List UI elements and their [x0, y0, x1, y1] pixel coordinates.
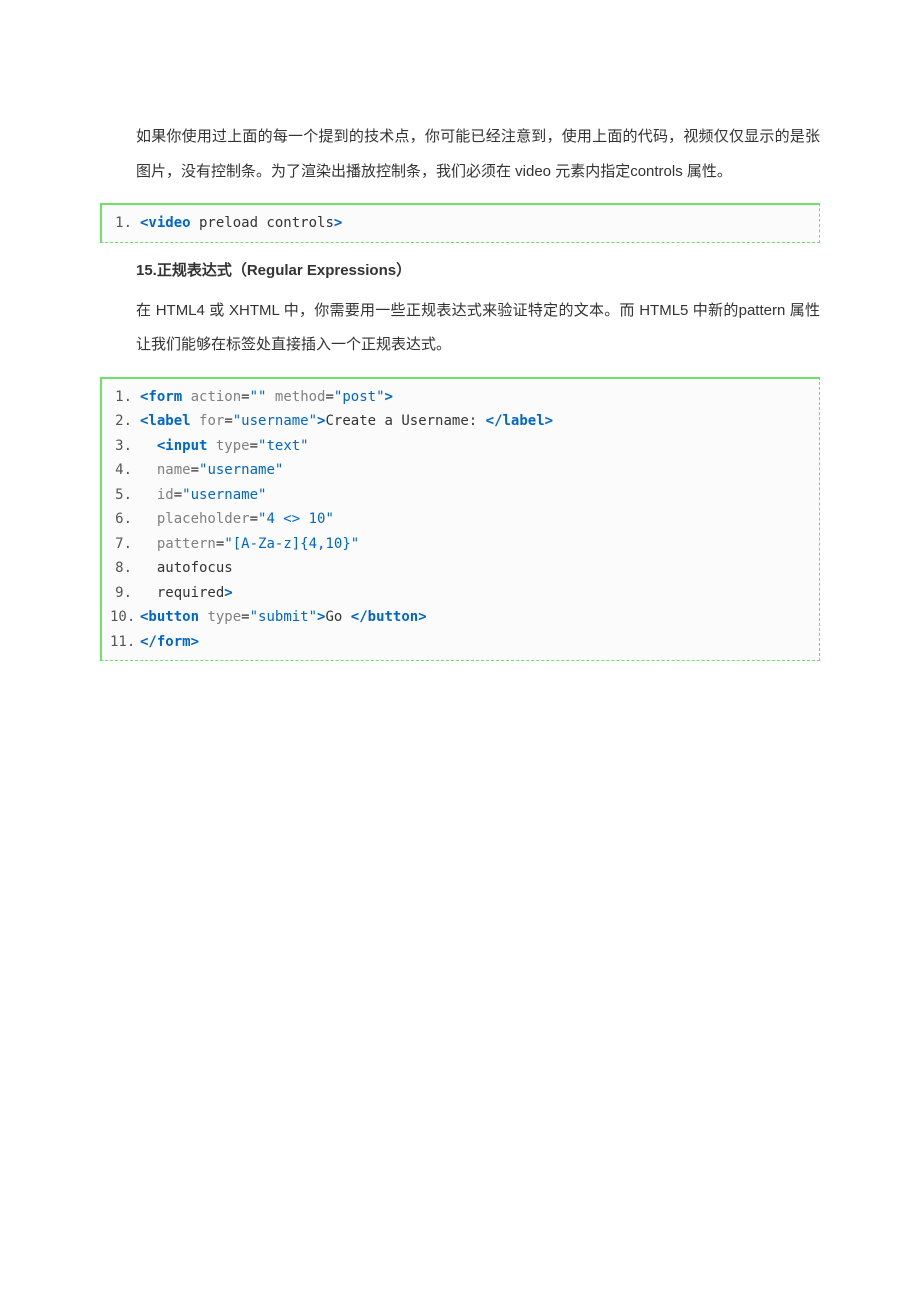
paragraph-regex: 在 HTML4 或 XHTML 中，你需要用一些正规表达式来验证特定的文本。而 … [136, 294, 820, 363]
line-number: 5. [110, 483, 140, 508]
code-content: name="username" [140, 458, 283, 483]
code-line: 11.</form> [110, 630, 811, 655]
code-content: <button type="submit">Go </button> [140, 605, 427, 630]
code-content: <video preload controls> [140, 211, 342, 236]
code-line: 1.<video preload controls> [110, 211, 811, 236]
code-line: 3. <input type="text" [110, 434, 811, 459]
line-number: 11. [110, 630, 140, 655]
code-block-video: 1.<video preload controls> [100, 203, 820, 243]
code-line: 5. id="username" [110, 483, 811, 508]
code-line: 9. required> [110, 581, 811, 606]
code-content: id="username" [140, 483, 266, 508]
line-number: 7. [110, 532, 140, 557]
line-number: 10. [110, 605, 140, 630]
code-content: placeholder="4 <> 10" [140, 507, 334, 532]
line-number: 8. [110, 556, 140, 581]
document-page: 如果你使用过上面的每一个提到的技术点，你可能已经注意到，使用上面的代码，视频仅仅… [0, 0, 920, 717]
heading-regex: 15.正规表达式（Regular Expressions） [136, 259, 820, 280]
line-number: 3. [110, 434, 140, 459]
code-line: 7. pattern="[A-Za-z]{4,10}" [110, 532, 811, 557]
code-content: required> [140, 581, 233, 606]
code-line: 2.<label for="username">Create a Usernam… [110, 409, 811, 434]
code-content: <label for="username">Create a Username:… [140, 409, 553, 434]
code-line: 10.<button type="submit">Go </button> [110, 605, 811, 630]
line-number: 2. [110, 409, 140, 434]
paragraph-video-controls: 如果你使用过上面的每一个提到的技术点，你可能已经注意到，使用上面的代码，视频仅仅… [136, 120, 820, 189]
line-number: 4. [110, 458, 140, 483]
code-content: <input type="text" [140, 434, 309, 459]
code-line: 6. placeholder="4 <> 10" [110, 507, 811, 532]
code-content: autofocus [140, 556, 233, 581]
line-number: 6. [110, 507, 140, 532]
code-line: 4. name="username" [110, 458, 811, 483]
line-number: 1. [110, 385, 140, 410]
code-line: 1.<form action="" method="post"> [110, 385, 811, 410]
line-number: 9. [110, 581, 140, 606]
code-block-form: 1.<form action="" method="post">2.<label… [100, 377, 820, 662]
line-number: 1. [110, 211, 140, 236]
code-content: </form> [140, 630, 199, 655]
code-line: 8. autofocus [110, 556, 811, 581]
code-content: <form action="" method="post"> [140, 385, 393, 410]
code-content: pattern="[A-Za-z]{4,10}" [140, 532, 359, 557]
